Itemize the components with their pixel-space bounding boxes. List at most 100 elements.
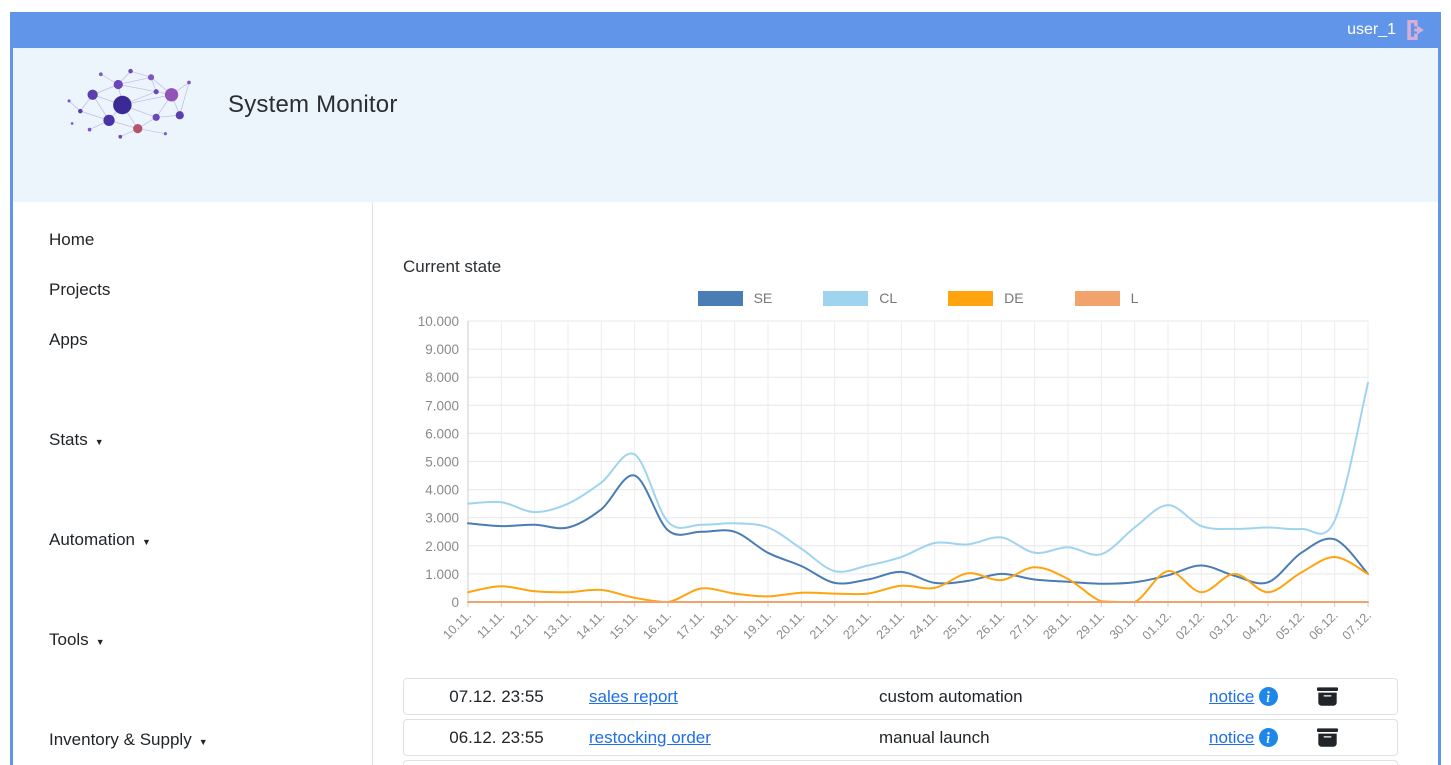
row-datetime: 06.12. 23:55 <box>404 728 589 748</box>
sidebar-item-label: Projects <box>49 280 110 300</box>
sidebar-item-label: Inventory & Supply <box>49 730 192 750</box>
app-frame: user_1 System Monitor Home Projects Apps St… <box>10 12 1441 765</box>
x-axis-tick-label: 19.11. <box>740 608 774 642</box>
x-axis-tick-label: 03.12. <box>1206 608 1240 642</box>
sidebar-spacer <box>49 365 372 415</box>
section-title: Current state <box>403 257 1438 277</box>
x-axis-tick-label: 10.11. <box>440 608 474 642</box>
sidebar-item-label: Tools <box>49 630 89 650</box>
sidebar-item-automation[interactable]: Automation▼ <box>49 515 372 565</box>
x-axis-tick-label: 06.12. <box>1306 608 1340 642</box>
table-row: 06.12. 23:55restocking order manual launc… <box>403 719 1398 756</box>
network-graph-logo-icon <box>58 64 198 146</box>
notice-link[interactable]: notice <box>1209 728 1254 748</box>
y-axis-tick-label: 1.000 <box>425 567 459 582</box>
y-axis-tick-label: 7.000 <box>425 398 459 413</box>
row-archive-cell <box>1309 686 1339 708</box>
sidebar-spacer <box>49 565 372 615</box>
x-axis-tick-label: 23.11. <box>874 608 908 642</box>
sidebar-item-label: Apps <box>49 330 88 350</box>
y-axis-tick-label: 10.000 <box>418 314 459 329</box>
row-datetime: 07.12. 23:55 <box>404 687 589 707</box>
legend-item-de[interactable]: DE <box>948 290 1023 306</box>
sidebar-item-inventory-supply[interactable]: Inventory & Supply ▼ <box>49 715 372 765</box>
line-chart: 01.0002.0003.0004.0005.0006.0007.0008.00… <box>403 308 1410 663</box>
main-content: Current state SECLDEL 01.0002.0003.0004.… <box>373 202 1438 765</box>
sidebar-item-label: Home <box>49 230 94 250</box>
sidebar-item-apps[interactable]: Apps <box>49 315 372 365</box>
x-axis-tick-label: 18.11. <box>707 608 741 642</box>
series-line-de <box>468 557 1368 602</box>
x-axis-tick-label: 11.11. <box>474 608 507 641</box>
series-line-cl <box>468 383 1368 572</box>
archive-box-icon <box>1317 727 1338 748</box>
row-item-link[interactable]: sales report <box>589 687 678 706</box>
table-row-partial <box>403 760 1398 765</box>
table-row: 07.12. 23:55sales report custom automatio… <box>403 678 1398 715</box>
chart-legend: SE CL DE L <box>468 290 1368 306</box>
legend-item-cl[interactable]: CL <box>823 290 897 306</box>
sidebar-item-tools[interactable]: Tools ▼ <box>49 615 372 665</box>
sidebar: HomeProjectsAppsStats▼Automation▼Tools▼I… <box>13 202 373 765</box>
sidebar-item-home[interactable]: Home <box>49 215 372 265</box>
legend-label: L <box>1131 290 1139 306</box>
sidebar-item-projects[interactable]: Projects <box>49 265 372 315</box>
page-header: System Monitor <box>13 48 1438 202</box>
archive-button[interactable] <box>1317 727 1339 749</box>
row-link-cell: restocking order <box>589 728 879 748</box>
x-axis-tick-label: 01.12. <box>1140 608 1174 642</box>
archive-button[interactable] <box>1317 686 1339 708</box>
x-axis-tick-label: 28.11. <box>1040 608 1074 642</box>
legend-item-se[interactable]: SE <box>698 290 773 306</box>
sidebar-item-label: Stats <box>49 430 88 450</box>
x-axis-tick-label: 24.11. <box>907 608 941 642</box>
sidebar-item-label: Automation <box>49 530 135 550</box>
x-axis-tick-label: 13.11. <box>540 608 574 642</box>
legend-item-l[interactable]: L <box>1075 290 1139 306</box>
x-axis-tick-label: 20.11. <box>774 608 808 642</box>
x-axis-tick-label: 15.11. <box>607 608 641 642</box>
x-axis-tick-label: 25.11. <box>940 608 974 642</box>
x-axis-tick-label: 02.12. <box>1173 608 1207 642</box>
y-axis-tick-label: 0 <box>451 595 459 610</box>
caret-down-icon: ▼ <box>96 637 105 647</box>
legend-label: SE <box>754 290 773 306</box>
sidebar-spacer <box>49 665 372 715</box>
logout-button[interactable] <box>1404 18 1428 42</box>
notice-link[interactable]: notice <box>1209 687 1254 707</box>
row-item-link[interactable]: restocking order <box>589 728 711 747</box>
legend-swatch <box>1075 291 1120 306</box>
y-axis-tick-label: 5.000 <box>425 455 459 470</box>
username-label: user_1 <box>1347 21 1396 39</box>
caret-down-icon: ▼ <box>199 737 208 747</box>
sidebar-item-stats[interactable]: Stats ▼ <box>49 415 372 465</box>
x-axis-tick-label: 27.11. <box>1007 608 1041 642</box>
info-circle-icon[interactable] <box>1259 687 1278 706</box>
sidebar-spacer <box>49 465 372 515</box>
x-axis-tick-label: 17.11. <box>674 608 708 642</box>
caret-down-icon: ▼ <box>95 437 104 447</box>
x-axis-tick-label: 04.12. <box>1240 608 1274 642</box>
x-axis-tick-label: 22.11. <box>840 608 874 642</box>
row-archive-cell <box>1309 727 1339 749</box>
y-axis-tick-label: 9.000 <box>425 342 459 357</box>
x-axis-tick-label: 07.12. <box>1340 608 1374 642</box>
legend-swatch <box>823 291 868 306</box>
x-axis-tick-label: 30.11. <box>1107 608 1141 642</box>
x-axis-tick-label: 26.11. <box>974 608 1008 642</box>
row-notice-cell: notice <box>1209 687 1309 707</box>
legend-label: DE <box>1004 290 1023 306</box>
y-axis-tick-label: 2.000 <box>425 539 459 554</box>
row-description: manual launch <box>879 728 1209 748</box>
y-axis-tick-label: 6.000 <box>425 426 459 441</box>
legend-swatch <box>698 291 743 306</box>
row-description: custom automation <box>879 687 1209 707</box>
top-bar: user_1 <box>13 12 1438 48</box>
row-link-cell: sales report <box>589 687 879 707</box>
info-circle-icon[interactable] <box>1259 728 1278 747</box>
x-axis-tick-label: 16.11. <box>640 608 674 642</box>
legend-swatch <box>948 291 993 306</box>
row-notice-cell: notice <box>1209 728 1309 748</box>
event-table: 07.12. 23:55sales report custom automatio… <box>403 678 1398 765</box>
app-title: System Monitor <box>228 91 398 119</box>
